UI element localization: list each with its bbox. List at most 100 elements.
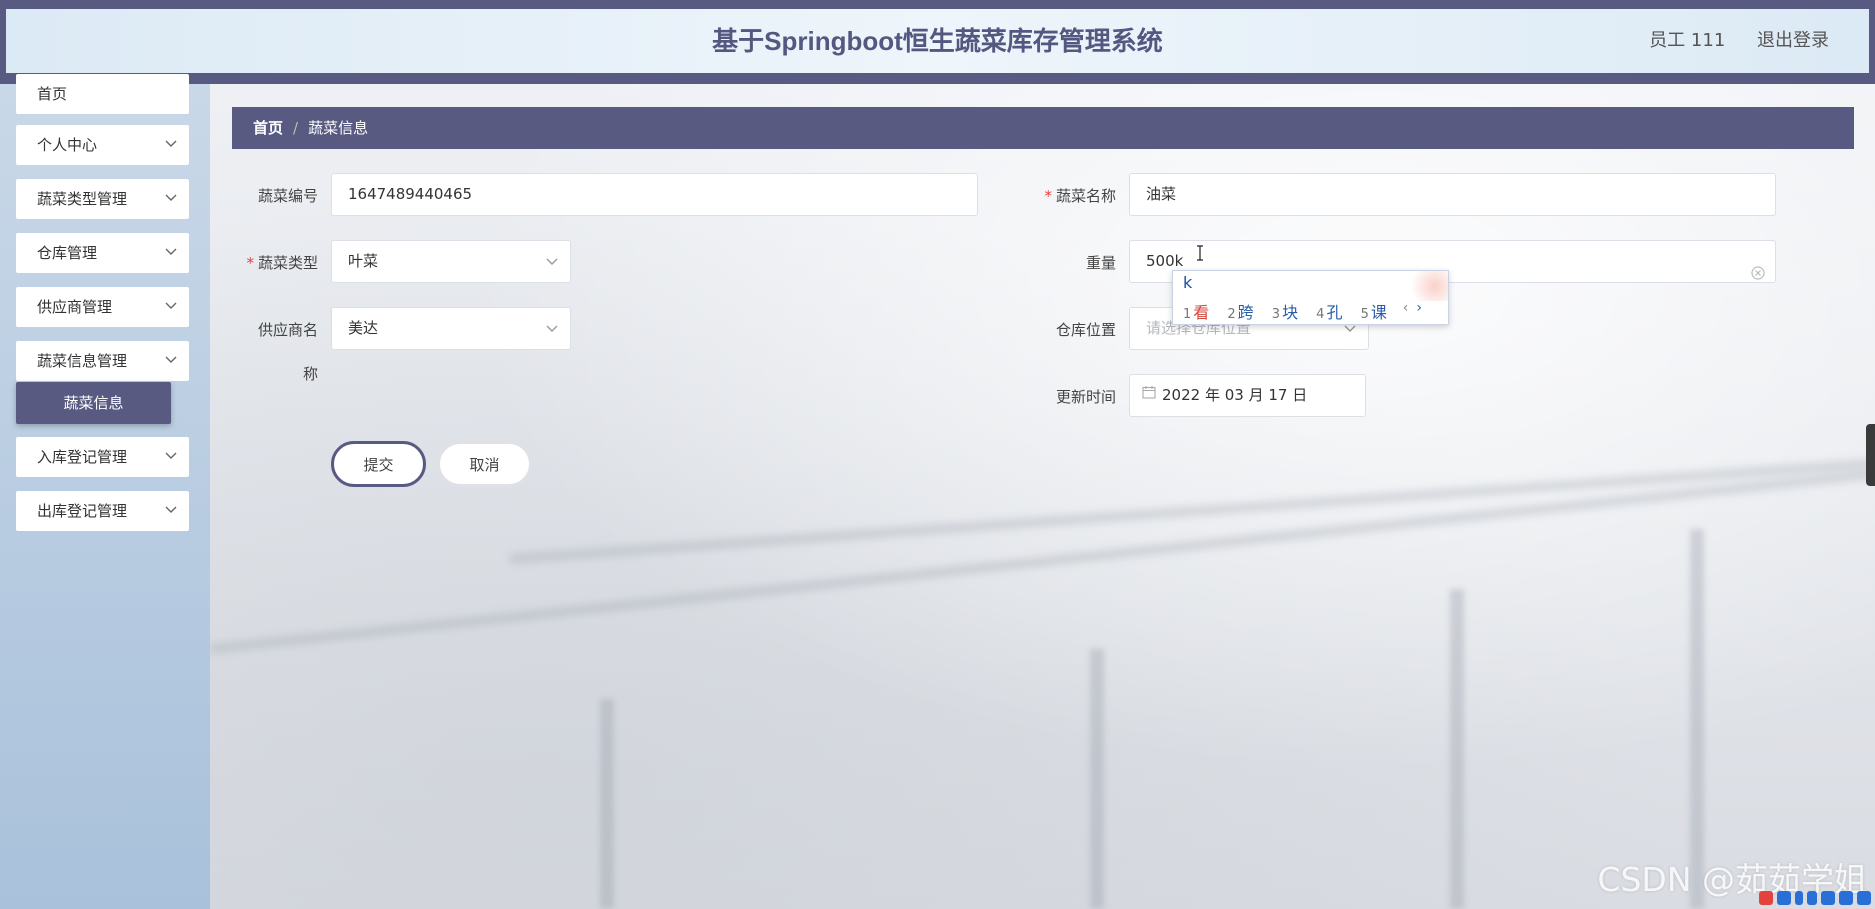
sogou-logo-icon[interactable] (1759, 891, 1773, 905)
calendar-icon (1142, 374, 1156, 415)
chevron-down-icon (546, 308, 558, 333)
supplier-label-wrap: 称 (218, 363, 318, 384)
ime-candidate[interactable]: 1看 (1183, 303, 1209, 322)
ime-next-page[interactable]: › (1416, 300, 1422, 316)
chevron-down-icon (165, 233, 177, 256)
sidebar-item-vegetable-info[interactable]: 蔬菜信息管理 (16, 341, 189, 381)
updated-label: 更新时间 (1016, 386, 1116, 407)
updated-label-text: 更新时间 (1055, 388, 1116, 406)
type-label: * 蔬菜类型 (218, 252, 318, 273)
chevron-down-icon (165, 179, 177, 202)
breadcrumb-current: 蔬菜信息 (308, 119, 369, 137)
ime-composition: k (1183, 273, 1193, 292)
chevron-down-icon (165, 437, 177, 460)
sidebar-item-stock-out[interactable]: 出库登记管理 (16, 491, 189, 531)
warehouse-label: 仓库位置 (1016, 319, 1116, 340)
cancel-button[interactable]: 取消 (437, 441, 532, 487)
sidebar-item-label: 蔬菜类型管理 (37, 190, 128, 208)
app-title: 基于Springboot恒生蔬菜库存管理系统 (712, 26, 1163, 56)
sidebar: 首页 个人中心 蔬菜类型管理 仓库管理 供应商管理 蔬菜信息管理 蔬菜信息 入库… (0, 74, 210, 909)
updated-value: 2022 年 03 月 17 日 (1162, 386, 1308, 404)
ime-logo-decoration (1404, 271, 1448, 301)
top-bar: 基于Springboot恒生蔬菜库存管理系统 员工 111 退出登录 (0, 0, 1875, 84)
ime-nav: ‹ › (1403, 300, 1422, 316)
name-value: 油菜 (1146, 185, 1177, 203)
chevron-down-icon (165, 491, 177, 514)
logout-link[interactable]: 退出登录 (1757, 30, 1829, 51)
ime-candidate-text: 块 (1282, 303, 1299, 322)
ime-candidate-text: 孔 (1326, 303, 1343, 322)
sidebar-item-stock-in[interactable]: 入库登记管理 (16, 437, 189, 477)
clear-icon[interactable] (1751, 255, 1765, 296)
chevron-down-icon (165, 341, 177, 364)
microphone-icon[interactable] (1807, 891, 1817, 905)
ime-toolbar (1759, 888, 1871, 908)
punctuation-icon[interactable] (1795, 891, 1803, 905)
sidebar-item-label: 仓库管理 (37, 244, 98, 262)
code-label: 蔬菜编号 (218, 185, 318, 206)
sidebar-item-label: 个人中心 (37, 136, 98, 154)
weight-value: 500k (1146, 252, 1184, 270)
ime-candidate[interactable]: 2跨 (1227, 303, 1253, 322)
chevron-down-icon (165, 287, 177, 310)
scroll-handle[interactable] (1866, 424, 1875, 486)
code-value: 1647489440465 (348, 185, 473, 203)
type-select[interactable]: 叶菜 (331, 240, 571, 283)
required-mark: * (246, 254, 254, 272)
ime-candidate-text: 跨 (1237, 303, 1254, 322)
ime-prev-page[interactable]: ‹ (1403, 300, 1409, 316)
top-bar-inner: 基于Springboot恒生蔬菜库存管理系统 员工 111 退出登录 (6, 9, 1869, 73)
ime-candidate[interactable]: 4孔 (1316, 303, 1342, 322)
ime-candidate-popup: k 1看 2跨 3块 4孔 5课 ‹ › (1172, 270, 1449, 325)
sidebar-item-warehouse[interactable]: 仓库管理 (16, 233, 189, 273)
supplier-label-line1: 供应商名 (257, 321, 318, 339)
sidebar-item-label: 首页 (37, 85, 68, 103)
ime-candidate[interactable]: 3块 (1272, 303, 1298, 322)
sidebar-item-label: 出库登记管理 (37, 502, 128, 520)
breadcrumb: 首页 / 蔬菜信息 (232, 107, 1854, 149)
weight-label-text: 重量 (1085, 254, 1116, 272)
sidebar-item-home[interactable]: 首页 (16, 74, 189, 114)
supplier-select[interactable]: 美达 (331, 307, 571, 350)
breadcrumb-home[interactable]: 首页 (253, 119, 283, 137)
code-label-text: 蔬菜编号 (257, 187, 318, 205)
language-icon[interactable] (1777, 891, 1791, 905)
name-label: * 蔬菜名称 (1016, 185, 1116, 206)
updated-date-picker[interactable]: 2022 年 03 月 17 日 (1129, 374, 1366, 417)
ime-candidate-num: 3 (1271, 307, 1281, 322)
warehouse-label-text: 仓库位置 (1055, 321, 1116, 339)
supplier-value: 美达 (348, 319, 379, 337)
sidebar-item-label: 入库登记管理 (37, 448, 128, 466)
ime-candidate[interactable]: 5课 (1361, 303, 1387, 322)
user-name: 员工 111 (1649, 30, 1726, 51)
breadcrumb-separator: / (293, 119, 299, 137)
name-label-text: 蔬菜名称 (1055, 187, 1116, 205)
toolbox-icon[interactable] (1857, 891, 1871, 905)
ime-candidate-text: 看 (1193, 303, 1210, 322)
sidebar-item-label: 供应商管理 (37, 298, 113, 316)
weight-label: 重量 (1016, 252, 1116, 273)
chevron-down-icon (546, 241, 558, 266)
text-cursor-icon (1196, 245, 1204, 265)
user-area: 员工 111 退出登录 (1623, 9, 1829, 73)
ime-candidate-num: 4 (1316, 307, 1325, 322)
ime-candidate-num: 1 (1183, 307, 1192, 322)
sidebar-subitem-vegetable-info[interactable]: 蔬菜信息 (16, 382, 171, 424)
ime-candidate-text: 课 (1370, 303, 1387, 322)
type-label-text: 蔬菜类型 (257, 254, 318, 272)
supplier-label: 供应商名 (218, 319, 318, 340)
keyboard-icon[interactable] (1821, 891, 1835, 905)
submit-button[interactable]: 提交 (331, 441, 426, 487)
skin-icon[interactable] (1839, 891, 1853, 905)
ime-candidates: 1看 2跨 3块 4孔 5课 (1183, 299, 1400, 323)
sidebar-item-vegetable-type[interactable]: 蔬菜类型管理 (16, 179, 189, 219)
chevron-down-icon (165, 125, 177, 148)
code-input[interactable]: 1647489440465 (331, 173, 978, 216)
supplier-label-line2: 称 (302, 365, 318, 383)
name-input[interactable]: 油菜 (1129, 173, 1776, 216)
sidebar-item-profile[interactable]: 个人中心 (16, 125, 189, 165)
required-mark: * (1044, 187, 1052, 205)
type-value: 叶菜 (348, 252, 379, 270)
sidebar-item-label: 蔬菜信息管理 (37, 352, 128, 370)
sidebar-item-supplier[interactable]: 供应商管理 (16, 287, 189, 327)
